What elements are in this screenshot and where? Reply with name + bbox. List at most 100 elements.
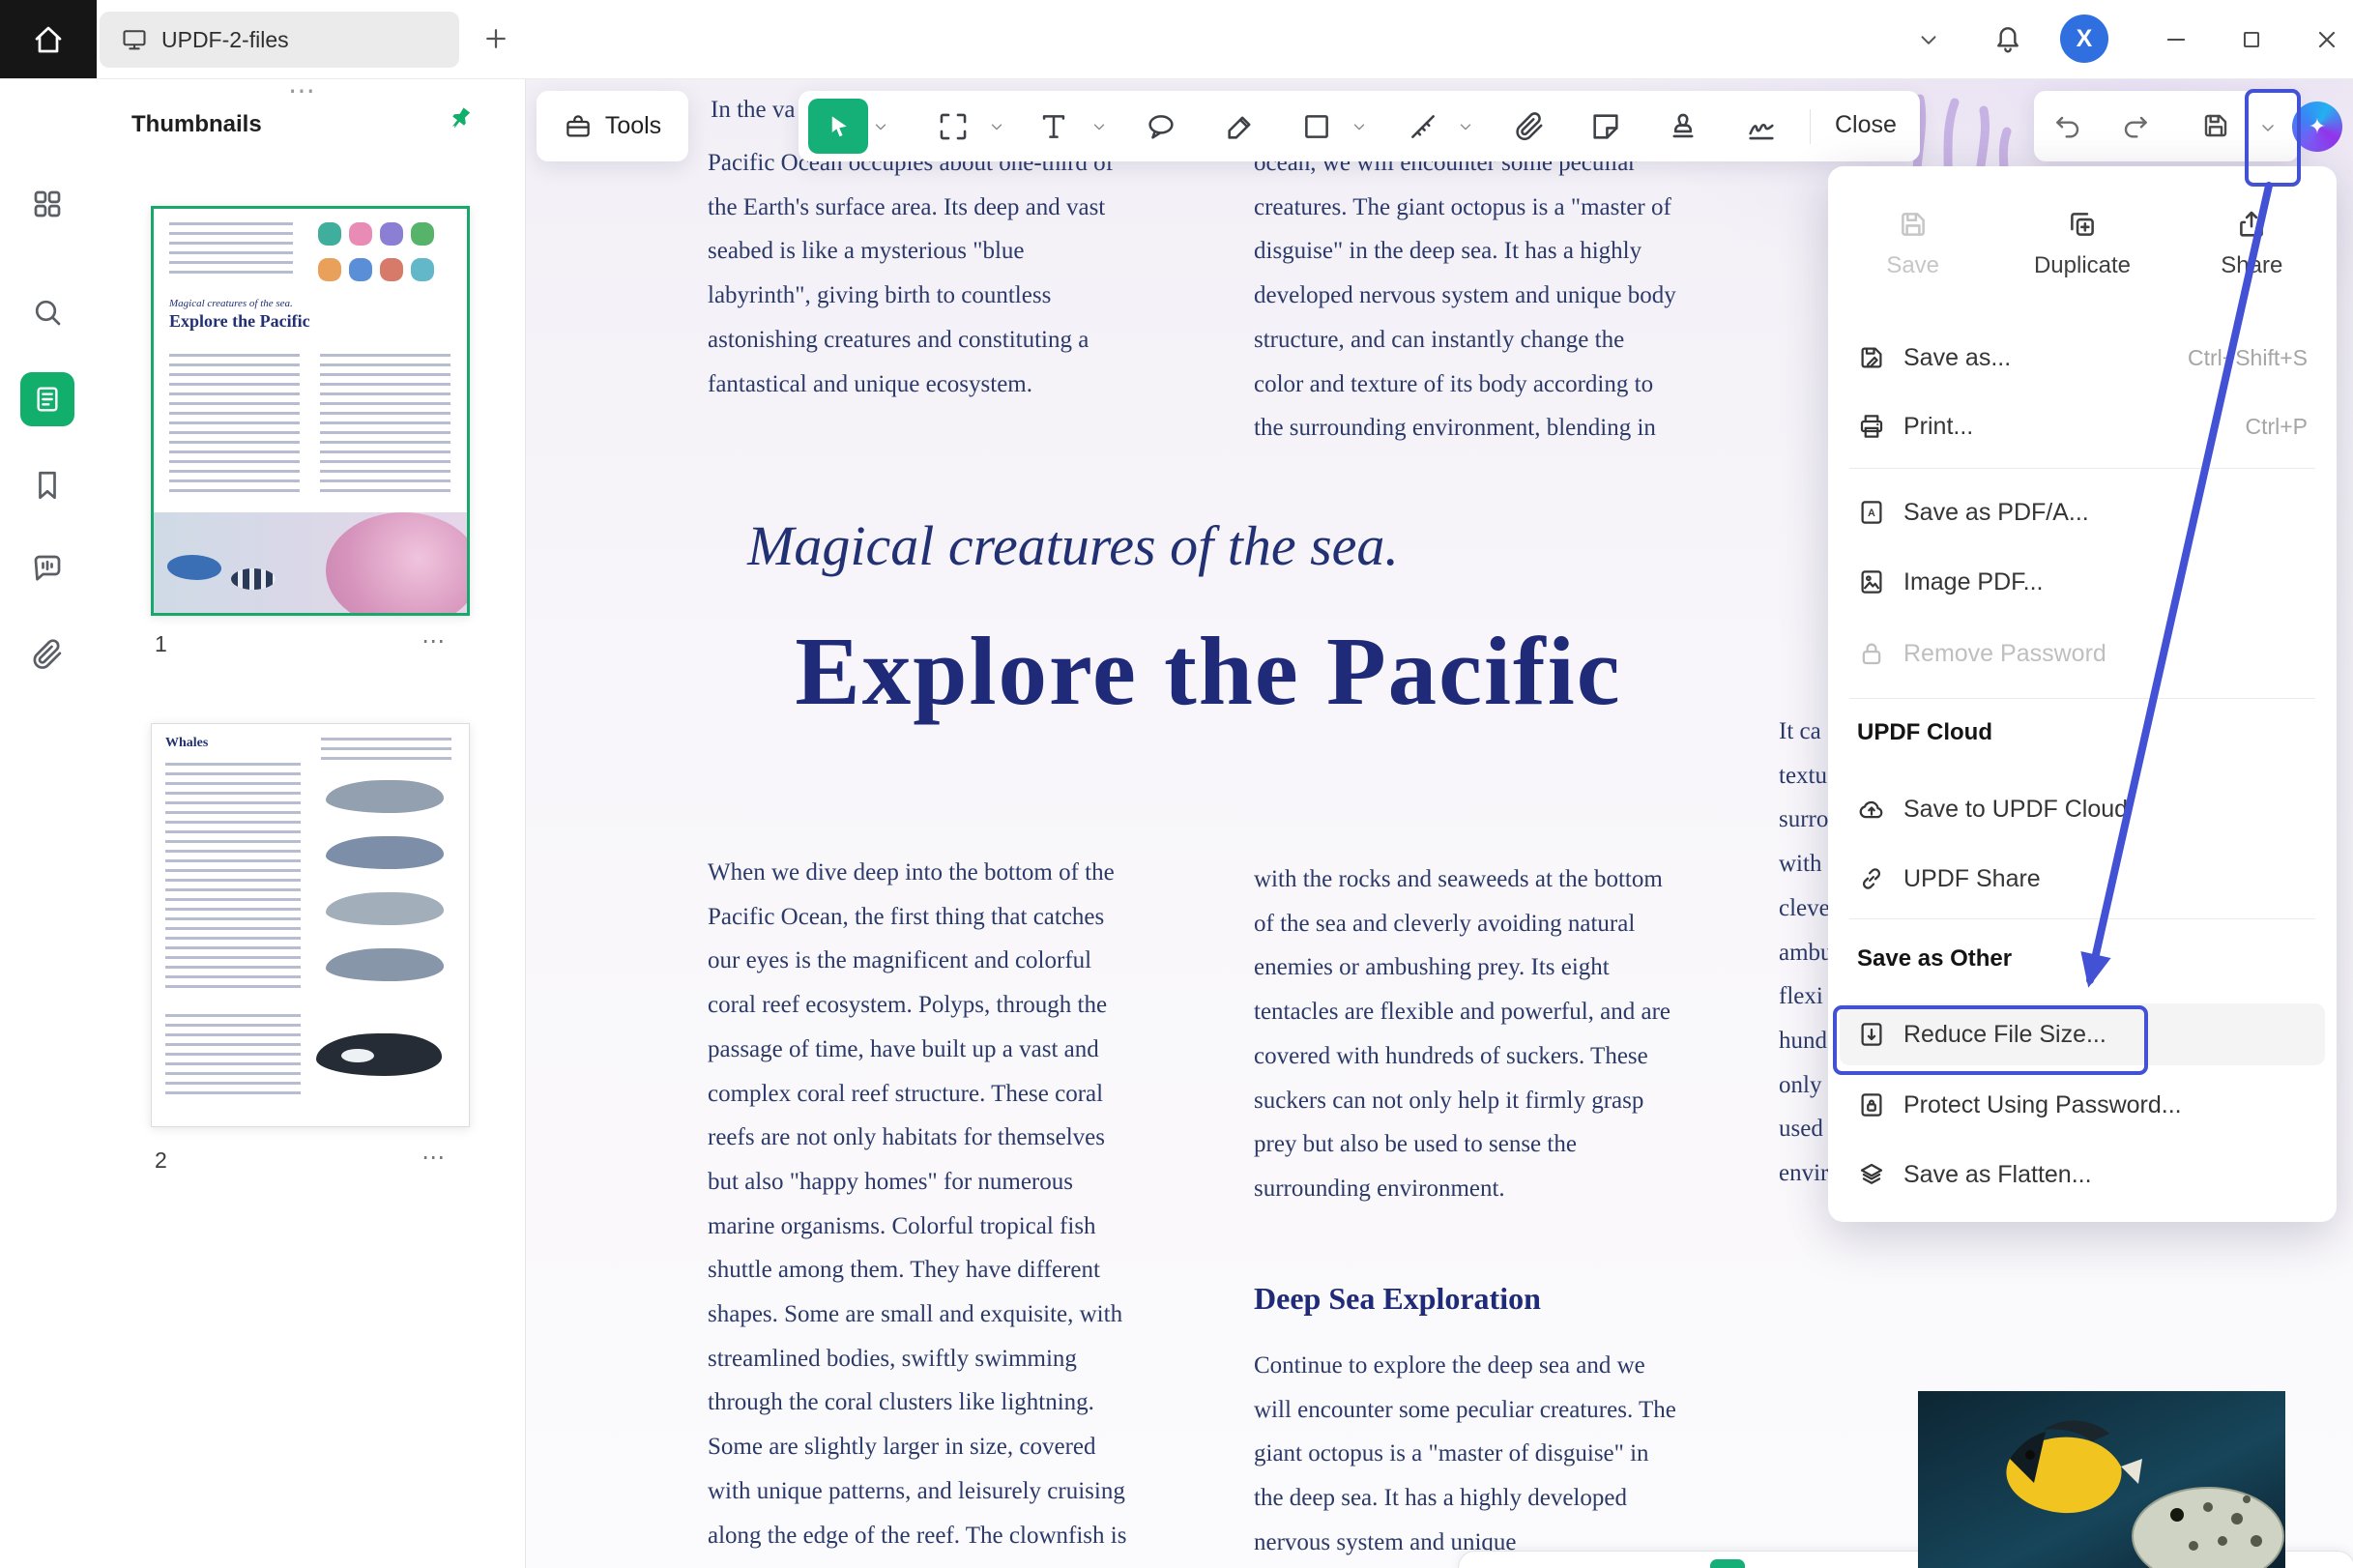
page-2-more-button[interactable]: ⋯ xyxy=(421,1144,447,1172)
tools-icon xyxy=(564,112,593,141)
menu-divider xyxy=(1849,918,2315,919)
thumb1-fish-blue xyxy=(167,555,221,580)
thumb2-whale-2 xyxy=(326,836,444,869)
thumb1-col1-bars xyxy=(169,354,300,499)
page-1-thumbnail[interactable]: Magical creatures of the sea. Explore th… xyxy=(151,206,470,616)
page-1-more-button[interactable]: ⋯ xyxy=(421,627,447,655)
thumb2-col1-bars xyxy=(165,763,301,995)
menu-item-protect-using-password[interactable]: Protect Using Password... xyxy=(1840,1074,2325,1136)
measure-tool-chevron[interactable] xyxy=(1457,118,1474,135)
menu-item-label: Image PDF... xyxy=(1903,568,2044,596)
thumb1-subtitle: Magical creatures of the sea. xyxy=(169,298,293,309)
image-pdf-icon xyxy=(1857,567,1886,596)
stamp-tool-icon[interactable] xyxy=(1667,110,1699,143)
highlighter-tool-icon[interactable] xyxy=(1224,110,1257,143)
paragraph-col2-top: ocean, we will encounter some peculiarcr… xyxy=(1254,141,1718,450)
home-button[interactable] xyxy=(0,0,97,78)
bookmarks-icon[interactable] xyxy=(30,468,65,503)
sticker-tool-icon[interactable] xyxy=(1589,110,1622,143)
page-2-thumbnail[interactable]: Whales xyxy=(151,723,470,1127)
minimize-button[interactable] xyxy=(2142,0,2210,78)
menu-divider xyxy=(1849,468,2315,469)
close-toolbar-button[interactable]: Close xyxy=(1835,111,1897,139)
toolbar-divider xyxy=(1810,109,1811,144)
redo-icon[interactable] xyxy=(2120,110,2151,141)
close-window-button[interactable] xyxy=(2293,0,2353,78)
link-icon xyxy=(1857,864,1886,893)
select-tool-chevron[interactable] xyxy=(872,118,889,135)
paragraph-col1-body: When we dive deep into the bottom of the… xyxy=(708,851,1181,1568)
measure-tool-icon[interactable] xyxy=(1407,110,1439,143)
menu-item-label: Save as PDF/A... xyxy=(1903,499,2089,527)
crop-tool-icon[interactable] xyxy=(937,110,970,143)
crop-tool-chevron[interactable] xyxy=(988,118,1005,135)
new-tab-button[interactable] xyxy=(481,24,510,53)
text-tool-chevron[interactable] xyxy=(1090,118,1108,135)
signature-tool-icon[interactable] xyxy=(1745,110,1778,143)
document-occluded-line: In the va xyxy=(711,97,795,124)
pin-icon[interactable] xyxy=(436,97,482,143)
quick-save-button[interactable]: Save xyxy=(1828,186,1997,302)
menu-item-save-as-pdfa[interactable]: Save as PDF/A... xyxy=(1840,481,2325,543)
menu-item-remove-password[interactable]: Remove Password xyxy=(1840,623,2325,684)
annotation-box-save-chevron xyxy=(2245,89,2301,187)
document-title: Explore the Pacific xyxy=(628,615,1788,727)
account-avatar[interactable]: X xyxy=(2060,15,2108,63)
updf-window: In the va Pacific Ocean occupies about o… xyxy=(0,0,2353,1568)
menu-item-label: Save to UPDF Cloud xyxy=(1903,796,2128,824)
thumbnails-panel-button[interactable] xyxy=(20,372,74,426)
menu-item-print[interactable]: Print... Ctrl+P xyxy=(1840,395,2325,457)
menu-item-save-to-updf-cloud[interactable]: Save to UPDF Cloud xyxy=(1840,778,2325,840)
menu-item-image-pdf[interactable]: Image PDF... xyxy=(1840,551,2325,613)
thumb2-title: Whales xyxy=(165,736,208,751)
menu-item-save-as[interactable]: Save as... Ctrl+Shift+S xyxy=(1840,327,2325,389)
monitor-icon xyxy=(121,26,148,53)
document-heading-deep-sea: Deep Sea Exploration xyxy=(1254,1281,1541,1317)
duplicate-icon xyxy=(2066,208,2099,241)
attach-tool-icon[interactable] xyxy=(1513,110,1546,143)
thumb1-coral-grid xyxy=(318,222,453,286)
quick-duplicate-label: Duplicate xyxy=(2034,252,2131,279)
comment-tool-icon[interactable] xyxy=(1145,110,1177,143)
paragraph-col2-body2: Continue to explore the deep sea and wew… xyxy=(1254,1344,1718,1565)
document-tab[interactable]: UPDF-2-files xyxy=(100,12,459,68)
thumb2-whale-4 xyxy=(326,948,444,981)
page-1-number: 1 xyxy=(155,631,167,657)
paragraph-col1-top: Pacific Ocean occupies about one-third o… xyxy=(708,141,1172,406)
lock-icon xyxy=(1857,639,1886,668)
maximize-button[interactable] xyxy=(2218,0,2285,78)
menu-item-save-as-flatten[interactable]: Save as Flatten... xyxy=(1840,1144,2325,1205)
comments-icon[interactable] xyxy=(30,551,65,586)
pdfa-icon xyxy=(1857,498,1886,527)
apps-grid-icon[interactable] xyxy=(30,187,65,221)
undo-icon[interactable] xyxy=(2052,110,2083,141)
bottom-bar-green-button[interactable] xyxy=(1710,1559,1745,1568)
menu-item-shortcut: Ctrl+Shift+S xyxy=(2188,345,2308,371)
save-icon xyxy=(1897,208,1930,241)
window-chevron-button[interactable] xyxy=(1916,27,1941,52)
menu-item-updf-share[interactable]: UPDF Share xyxy=(1840,848,2325,910)
menu-divider xyxy=(1849,698,2315,699)
quick-share-button[interactable]: Share xyxy=(2167,186,2337,302)
thumb2-col1-bars-2 xyxy=(165,1014,301,1101)
save-icon[interactable] xyxy=(2200,110,2231,141)
thumb1-col2-bars xyxy=(320,354,450,499)
attachments-icon[interactable] xyxy=(30,637,65,672)
thumb2-orca xyxy=(316,1033,442,1076)
text-tool-icon[interactable] xyxy=(1037,110,1070,143)
thumb1-text-block xyxy=(169,222,293,280)
search-icon[interactable] xyxy=(30,295,65,330)
thumb1-fish-striped xyxy=(231,568,276,590)
notifications-button[interactable] xyxy=(1992,23,2023,54)
quick-share-label: Share xyxy=(2221,252,2282,279)
cursor-icon xyxy=(824,112,853,141)
thumb2-whale-3 xyxy=(326,892,444,925)
tab-title: UPDF-2-files xyxy=(161,27,289,53)
select-tool-button[interactable] xyxy=(808,99,868,154)
menu-item-label: Print... xyxy=(1903,413,1973,441)
quick-duplicate-button[interactable]: Duplicate xyxy=(1997,186,2166,302)
tools-button[interactable]: Tools xyxy=(537,91,688,161)
shape-tool-icon[interactable] xyxy=(1300,110,1333,143)
shape-tool-chevron[interactable] xyxy=(1351,118,1368,135)
quick-save-label: Save xyxy=(1886,252,1939,279)
